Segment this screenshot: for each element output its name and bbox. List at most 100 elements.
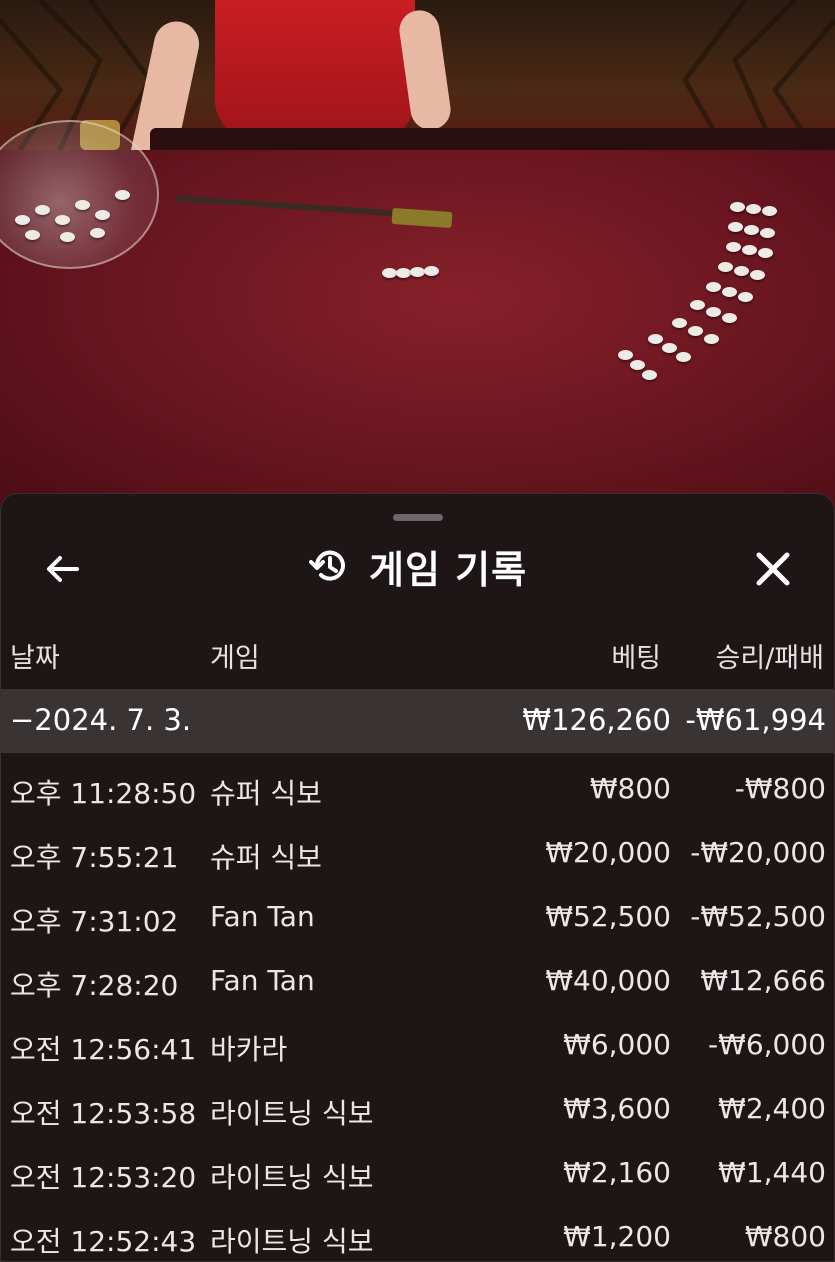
bead (95, 210, 110, 220)
row-game: Fan Tan (210, 964, 315, 997)
date-group-row[interactable]: −2024. 7. 3. ₩126,260 -₩61,994 (1, 689, 834, 753)
row-bet: ₩3,600 (563, 1092, 671, 1125)
row-game: 슈퍼 식보 (210, 841, 322, 874)
history-row[interactable]: 오후 7:55:21 슈퍼 식보 ₩20,000 -₩20,000 (1, 822, 834, 886)
live-video-feed (0, 0, 835, 520)
bead (672, 318, 687, 328)
row-game: Fan Tan (210, 900, 315, 933)
row-game: 라이트닝 식보 (210, 1161, 374, 1194)
sheet-drag-handle[interactable] (393, 514, 443, 521)
history-row[interactable]: 오후 7:28:20 Fan Tan ₩40,000 ₩12,666 (1, 950, 834, 1014)
close-button[interactable] (749, 545, 797, 593)
row-bet: ₩20,000 (545, 836, 671, 869)
bead (642, 370, 657, 380)
row-game: 슈퍼 식보 (210, 777, 322, 810)
bead (706, 282, 721, 292)
bead (382, 268, 397, 278)
bead (25, 230, 40, 240)
bead (662, 343, 677, 353)
bead (758, 248, 773, 258)
header-title-group: 게임 기록 (309, 539, 527, 593)
column-header-date[interactable]: 날짜 (10, 636, 60, 675)
column-header-winloss[interactable]: 승리/패배 (716, 636, 824, 675)
bead (115, 190, 130, 200)
bead (676, 352, 691, 362)
group-date[interactable]: −2024. 7. 3. (10, 703, 191, 737)
history-clock-icon (309, 550, 345, 581)
row-game: 라이트닝 식보 (210, 1097, 374, 1130)
row-game: 바카라 (210, 1033, 288, 1066)
row-winloss: -₩800 (734, 772, 826, 805)
row-time: 오후 7:55:21 (10, 841, 179, 874)
bead (762, 206, 777, 216)
row-bet: ₩6,000 (563, 1028, 671, 1061)
row-winloss: ₩800 (744, 1220, 826, 1253)
bead (750, 270, 765, 280)
bead (688, 326, 703, 336)
bead (410, 267, 425, 277)
bead (15, 215, 30, 225)
row-game: 라이트닝 식보 (210, 1225, 374, 1258)
column-header-game[interactable]: 게임 (210, 636, 260, 675)
row-bet: ₩800 (589, 772, 671, 805)
row-time: 오후 7:31:02 (10, 905, 179, 938)
row-bet: ₩40,000 (545, 964, 671, 997)
bead (742, 245, 757, 255)
history-row[interactable]: 오전 12:53:20 라이트닝 식보 ₩2,160 ₩1,440 (1, 1142, 834, 1206)
row-time: 오후 7:28:20 (10, 969, 179, 1002)
row-winloss: -₩6,000 (708, 1028, 826, 1061)
row-time: 오전 12:53:20 (10, 1161, 197, 1194)
dealer (215, 0, 415, 140)
bead (55, 215, 70, 225)
bead (718, 262, 733, 272)
row-winloss: ₩1,440 (718, 1156, 826, 1189)
group-winloss-total: -₩61,994 (685, 703, 826, 737)
bead (746, 204, 761, 214)
arrow-left-icon (47, 556, 79, 582)
bead (424, 266, 439, 276)
bead (760, 228, 775, 238)
game-history-sheet: 게임 기록 날짜 게임 베팅 승리/패배 −2024. 7. 3. ₩126,2… (0, 493, 835, 1262)
bead (396, 268, 411, 278)
group-bet-total: ₩126,260 (522, 703, 671, 737)
column-header-bet[interactable]: 베팅 (611, 636, 661, 675)
row-time: 오전 12:52:43 (10, 1225, 197, 1258)
row-bet: ₩1,200 (563, 1220, 671, 1253)
back-button[interactable] (41, 547, 85, 591)
row-time: 오전 12:53:58 (10, 1097, 197, 1130)
row-bet: ₩2,160 (563, 1156, 671, 1189)
bead (726, 242, 741, 252)
row-time: 오후 11:28:50 (10, 777, 197, 810)
bead (706, 307, 721, 317)
bead (730, 202, 745, 212)
row-winloss: ₩12,666 (700, 964, 826, 997)
close-icon (756, 552, 790, 586)
row-winloss: -₩52,500 (690, 900, 826, 933)
bead (35, 205, 50, 215)
bead (744, 225, 759, 235)
history-row[interactable]: 오후 7:31:02 Fan Tan ₩52,500 -₩52,500 (1, 886, 834, 950)
bead (90, 228, 105, 238)
sheet-header: 게임 기록 (1, 529, 834, 599)
bead (648, 334, 663, 344)
bead (75, 200, 90, 210)
bead (60, 232, 75, 242)
history-row[interactable]: 오전 12:53:58 라이트닝 식보 ₩3,600 ₩2,400 (1, 1078, 834, 1142)
bead (618, 350, 633, 360)
history-row[interactable]: 오후 11:28:50 슈퍼 식보 ₩800 -₩800 (1, 758, 834, 822)
bead (722, 287, 737, 297)
bead (722, 313, 737, 323)
history-row[interactable]: 오전 12:56:41 바카라 ₩6,000 -₩6,000 (1, 1014, 834, 1078)
bead (630, 360, 645, 370)
row-time: 오전 12:56:41 (10, 1033, 197, 1066)
bead (704, 334, 719, 344)
bead (734, 266, 749, 276)
bead (738, 292, 753, 302)
history-row[interactable]: 오전 12:52:43 라이트닝 식보 ₩1,200 ₩800 (1, 1206, 834, 1261)
row-winloss: ₩2,400 (718, 1092, 826, 1125)
row-winloss: -₩20,000 (690, 836, 826, 869)
page-title: 게임 기록 (369, 547, 528, 592)
bead (690, 300, 705, 310)
bead (728, 222, 743, 232)
row-bet: ₩52,500 (545, 900, 671, 933)
